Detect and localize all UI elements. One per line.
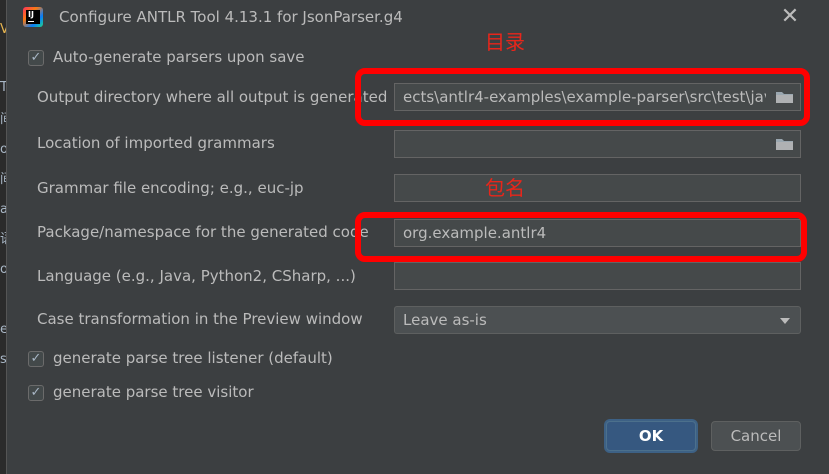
auto-generate-label: Auto-generate parsers upon save — [53, 48, 305, 66]
chevron-down-icon — [780, 318, 790, 324]
ok-button[interactable]: OK — [606, 421, 696, 451]
directory-highlight-box — [355, 68, 810, 126]
package-highlight-box — [355, 212, 807, 262]
imported-grammars-label: Location of imported grammars — [37, 134, 275, 152]
case-transform-value: Leave as-is — [403, 311, 487, 329]
output-directory-label: Output directory where all output is gen… — [37, 88, 388, 106]
imported-grammars-input[interactable] — [395, 131, 800, 157]
auto-generate-checkbox[interactable]: ✓ — [28, 50, 44, 66]
intellij-idea-icon: IJ — [23, 7, 43, 27]
case-transform-label: Case transformation in the Preview windo… — [37, 310, 363, 328]
dialog-title: Configure ANTLR Tool 4.13.1 for JsonPars… — [59, 8, 403, 26]
listener-checkbox[interactable]: ✓ — [28, 351, 44, 367]
package-annotation: 包名 — [485, 176, 525, 200]
language-input[interactable] — [395, 263, 800, 289]
directory-annotation: 目录 — [485, 30, 525, 54]
cancel-button[interactable]: Cancel — [711, 421, 801, 451]
imported-grammars-field[interactable] — [394, 130, 801, 158]
encoding-input[interactable] — [395, 175, 800, 201]
close-icon[interactable]: ✕ — [779, 6, 801, 28]
language-label: Language (e.g., Java, Python2, CSharp, .… — [37, 267, 356, 285]
encoding-label: Grammar file encoding; e.g., euc-jp — [37, 179, 304, 197]
language-field[interactable] — [394, 262, 801, 290]
listener-label: generate parse tree listener (default) — [53, 349, 333, 367]
case-transform-select[interactable]: Leave as-is — [394, 306, 801, 334]
package-label: Package/namespace for the generated code — [37, 223, 369, 241]
encoding-field[interactable] — [394, 174, 801, 202]
visitor-checkbox[interactable]: ✓ — [28, 385, 44, 401]
dialog-titlebar[interactable]: IJ Configure ANTLR Tool 4.13.1 for JsonP… — [7, 0, 829, 36]
visitor-label: generate parse tree visitor — [53, 383, 254, 401]
folder-icon[interactable] — [776, 138, 793, 150]
